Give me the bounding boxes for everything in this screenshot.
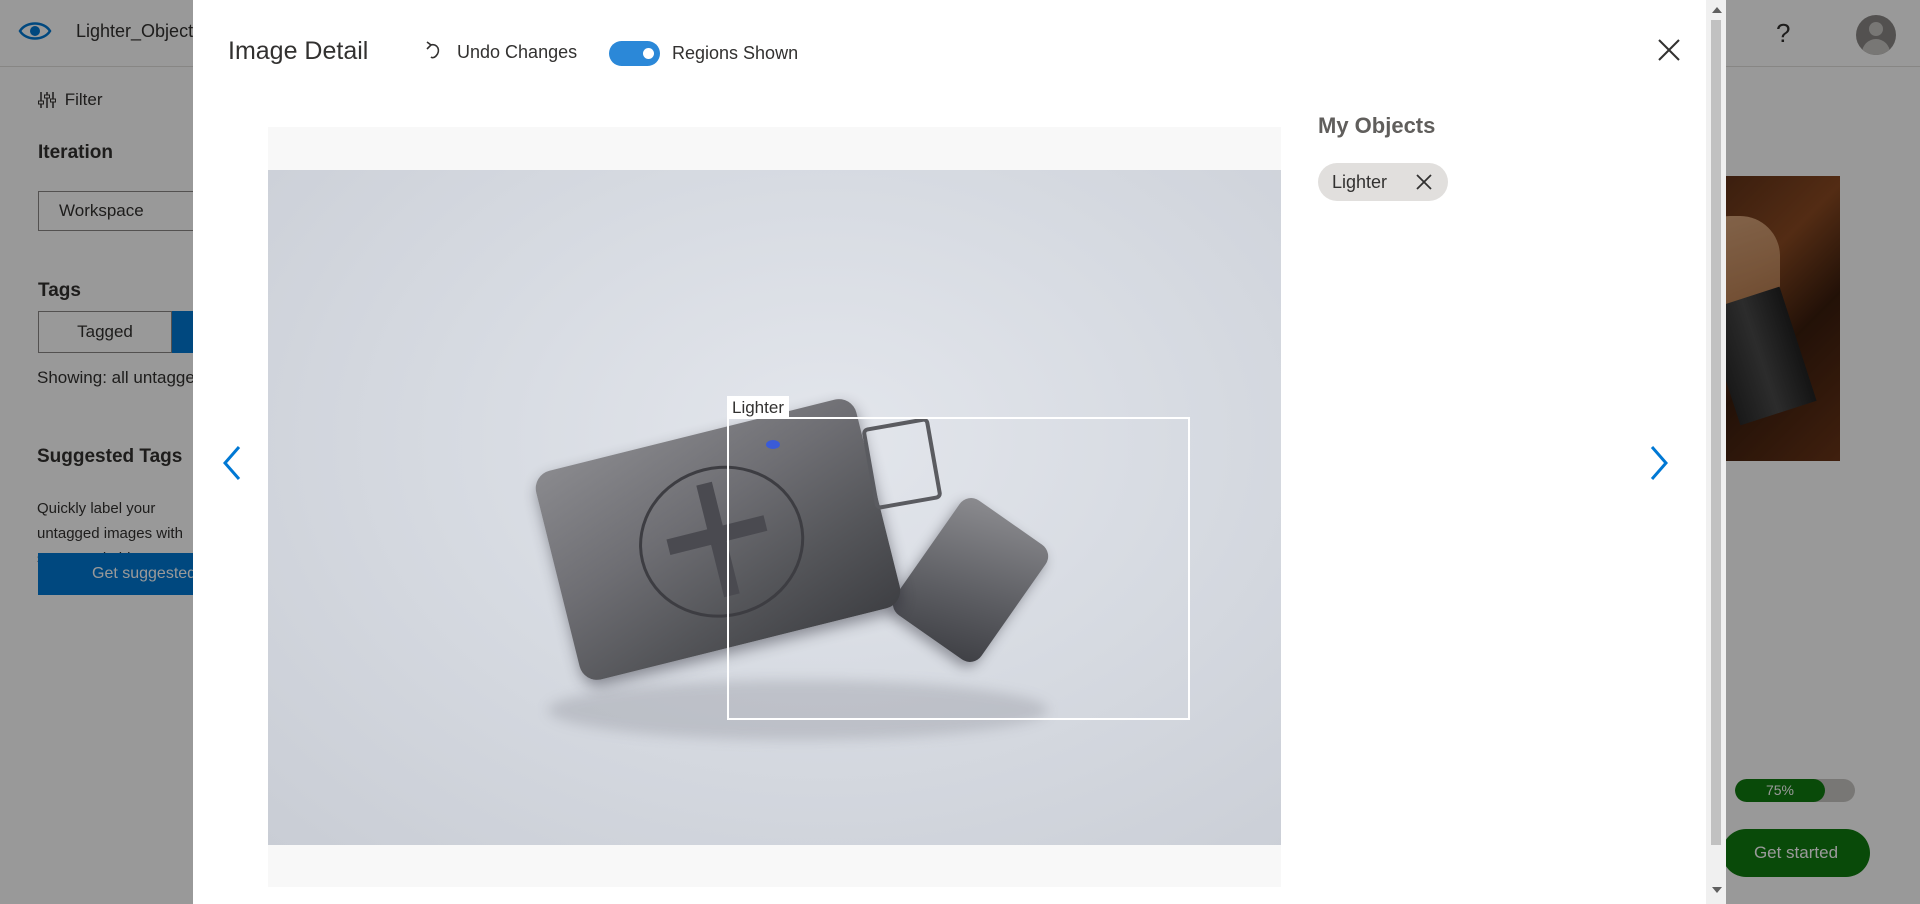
my-objects-title: My Objects [1318, 113, 1436, 138]
regions-toggle-label: Regions Shown [672, 43, 799, 63]
scroll-down-arrow[interactable] [1712, 887, 1722, 893]
object-chip[interactable]: Lighter [1318, 163, 1449, 201]
modal-title: Image Detail [228, 37, 369, 65]
regions-toggle[interactable] [609, 41, 660, 66]
region-label[interactable]: Lighter [727, 396, 789, 419]
undo-changes-button[interactable]: Undo Changes [426, 41, 577, 63]
close-icon[interactable] [1414, 172, 1434, 192]
scroll-thumb[interactable] [1711, 20, 1721, 845]
image-detail-modal: Image Detail Undo Changes Regions Shown … [193, 0, 1726, 904]
close-icon[interactable] [1656, 37, 1682, 63]
scroll-up-arrow[interactable] [1712, 7, 1722, 13]
modal-scrollbar[interactable] [1706, 0, 1726, 904]
chevron-right-icon[interactable] [1648, 443, 1670, 483]
chevron-left-icon[interactable] [221, 443, 243, 483]
region-box[interactable] [727, 417, 1190, 720]
undo-icon [426, 41, 440, 59]
toggle-knob [643, 48, 654, 59]
object-chip-label: Lighter [1332, 172, 1388, 192]
undo-label: Undo Changes [457, 42, 578, 62]
